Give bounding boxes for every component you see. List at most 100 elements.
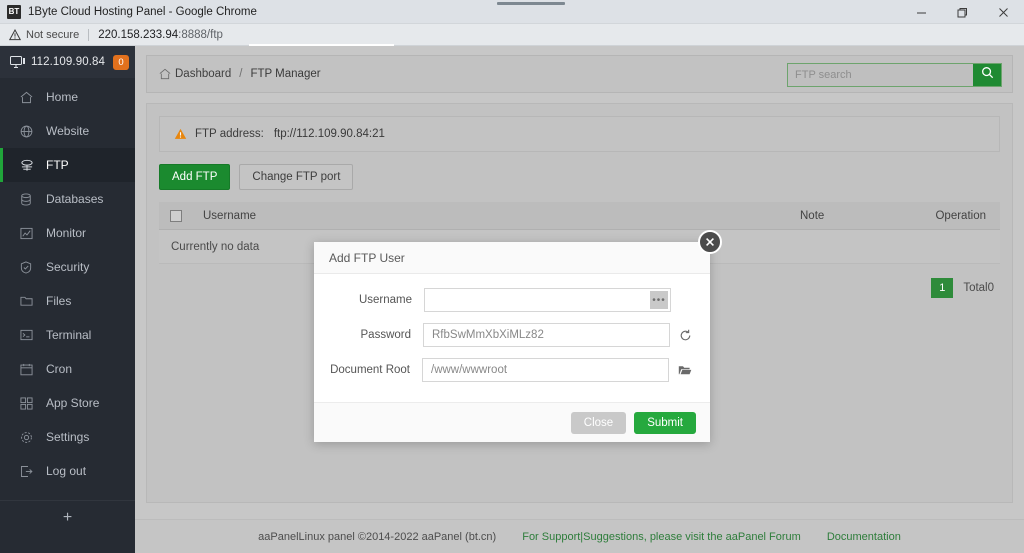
sidebar-item-ftp[interactable]: FTP [0, 148, 135, 182]
add-ftp-user-dialog: Add FTP User Username ••• Password RfbSw… [314, 230, 722, 442]
pagination-total: Total0 [963, 282, 994, 294]
column-operation: Operation [935, 209, 986, 222]
sidebar-item-logout[interactable]: Log out [0, 454, 135, 488]
breadcrumb-separator: / [239, 68, 243, 80]
dialog-close-text-button[interactable]: Close [570, 411, 627, 434]
sidebar-item-app-store[interactable]: App Store [0, 386, 135, 420]
dialog-header: Add FTP User [314, 242, 710, 274]
username-control: ••• [424, 288, 671, 312]
minimize-button[interactable] [901, 0, 942, 24]
close-icon [705, 236, 715, 249]
database-icon [20, 192, 42, 206]
sidebar-notification-badge[interactable]: 0 [113, 54, 129, 70]
window-close-button[interactable] [983, 0, 1024, 24]
column-username[interactable]: Username [193, 210, 383, 222]
sidebar-server-header[interactable]: 112.109.90.84 0 [0, 46, 135, 78]
search-icon [981, 66, 994, 84]
home-icon [20, 91, 42, 104]
sidebar-item-databases[interactable]: Databases [0, 182, 135, 216]
ftp-address-notice: FTP address: ftp://112.109.90.84:21 [159, 116, 1000, 152]
app-favicon: BT [7, 4, 21, 19]
table-header-row: Username Note Operation [159, 202, 1000, 230]
sidebar: 112.109.90.84 0 Home Website FTP Databas… [0, 46, 135, 553]
sidebar-item-label: Log out [46, 464, 87, 478]
password-input[interactable] [423, 323, 670, 347]
sidebar-item-website[interactable]: Website [0, 114, 135, 148]
terminal-icon [20, 329, 42, 341]
footer-copyright: aaPanelLinux panel ©2014-2022 aaPanel (b… [258, 530, 497, 543]
grid-icon [20, 396, 42, 410]
dialog-close-button[interactable] [698, 230, 722, 254]
document-root-row: Document Root [324, 358, 692, 382]
document-root-label: Document Root [330, 364, 410, 376]
sidebar-item-label: App Store [46, 396, 100, 410]
monitor-icon [10, 55, 25, 69]
breadcrumb-root[interactable]: Dashboard [175, 68, 231, 80]
footer-documentation-link[interactable]: Documentation [827, 531, 901, 543]
dialog-submit-button[interactable]: Submit [634, 411, 696, 434]
ftp-action-buttons: Add FTP Change FTP port [159, 164, 1000, 190]
sidebar-item-label: Website [46, 124, 90, 138]
address-url[interactable]: 220.158.233.94:8888/ftp [98, 29, 223, 41]
sidebar-item-label: Databases [46, 192, 104, 206]
sidebar-nav: Home Website FTP Databases Monitor Secur… [0, 80, 135, 488]
document-root-control [422, 358, 692, 382]
search-button[interactable] [973, 64, 1001, 86]
tab-drag-marker [497, 2, 565, 5]
sidebar-item-label: FTP [46, 158, 69, 172]
window-controls [901, 0, 1024, 24]
search-input[interactable] [788, 64, 973, 86]
folder-open-icon[interactable] [678, 364, 692, 376]
security-status-text: Not secure [26, 28, 80, 41]
select-all-checkbox[interactable] [170, 209, 182, 222]
sidebar-item-label: Files [46, 294, 72, 308]
ftp-address-value: ftp://112.109.90.84:21 [273, 128, 385, 140]
sidebar-item-label: Terminal [46, 328, 92, 342]
sidebar-item-label: Monitor [46, 226, 87, 240]
calendar-icon [20, 363, 42, 376]
gear-icon [20, 431, 42, 444]
sidebar-item-label: Cron [46, 362, 73, 376]
sidebar-item-home[interactable]: Home [0, 80, 135, 114]
dialog-title: Add FTP User [329, 250, 405, 265]
sidebar-item-terminal[interactable]: Terminal [0, 318, 135, 352]
ellipsis-button-icon[interactable]: ••• [650, 291, 668, 309]
breadcrumb: Dashboard / FTP Manager [159, 68, 321, 80]
change-ftp-port-button[interactable]: Change FTP port [239, 164, 354, 190]
home-icon [159, 68, 171, 80]
sidebar-server-ip: 112.109.90.84 [31, 56, 105, 68]
folder-icon [20, 295, 42, 307]
search-box[interactable] [787, 63, 1002, 87]
sidebar-item-label: Settings [46, 430, 90, 444]
ftp-icon [20, 159, 42, 172]
add-ftp-button[interactable]: Add FTP [159, 164, 231, 190]
sidebar-item-settings[interactable]: Settings [0, 420, 135, 454]
not-secure-warning-icon[interactable]: Not secure [9, 28, 80, 41]
footer-support-link[interactable]: For Support|Suggestions, please visit th… [522, 531, 801, 543]
username-input[interactable] [424, 288, 671, 312]
breadcrumb-current: FTP Manager [250, 68, 321, 80]
sidebar-item-security[interactable]: Security [0, 250, 135, 284]
sidebar-item-cron[interactable]: Cron [0, 352, 135, 386]
sidebar-item-files[interactable]: Files [0, 284, 135, 318]
dialog-footer: Close Submit [314, 402, 710, 442]
sidebar-item-monitor[interactable]: Monitor [0, 216, 135, 250]
logout-icon [20, 465, 42, 478]
maximize-restore-button[interactable] [942, 0, 983, 24]
warning-triangle-icon [174, 128, 187, 140]
document-root-input[interactable] [422, 358, 669, 382]
column-note[interactable]: Note [790, 210, 910, 222]
chart-icon [20, 227, 42, 240]
url-path: :8888/ftp [178, 28, 223, 41]
select-all-checkbox-cell[interactable] [159, 209, 193, 222]
sidebar-item-label: Home [46, 90, 79, 104]
empty-state-text: Currently no data [171, 240, 260, 253]
ftp-address-label: FTP address: [195, 128, 264, 140]
password-control [423, 323, 692, 347]
page-number-1[interactable]: 1 [931, 278, 954, 298]
sidebar-add-button[interactable]: + [0, 500, 135, 534]
username-row: Username ••• [324, 288, 692, 312]
browser-address-bar[interactable]: Not secure 220.158.233.94:8888/ftp [0, 24, 1024, 46]
refresh-icon[interactable] [679, 329, 692, 342]
dialog-body: Username ••• Password Document Root [314, 274, 710, 399]
